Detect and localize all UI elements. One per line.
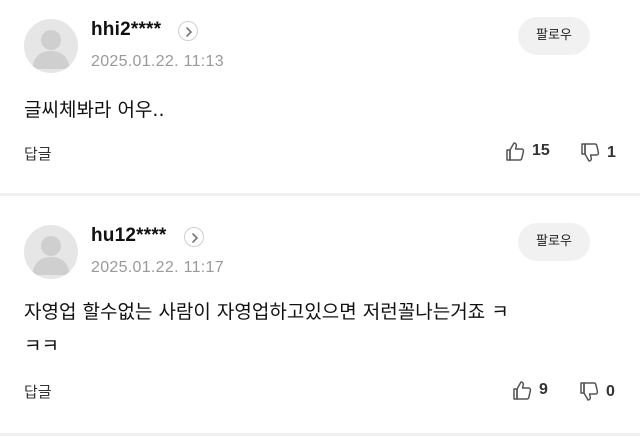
thumbs-down-icon [581,143,600,162]
like-button[interactable]: 15 [504,140,550,162]
chevron-right-icon [186,27,193,37]
comment-text-line: 글씨체봐라 어우.. [24,99,165,121]
follow-button[interactable]: 팔로우 [518,17,590,55]
like-button[interactable]: 9 [511,379,548,401]
default-avatar-icon [32,236,70,275]
username[interactable]: hu12**** [91,225,167,247]
comment-body: 자영업 할수없는 사람이 자영업하고있으면 저런꼴나는거죠 ㅋ ㅋㅋ [24,295,509,363]
username[interactable]: hhi2**** [91,19,161,41]
comment-item: hu12**** 2025.01.22. 11:17 팔로우 자영업 할수없는 … [0,198,640,437]
avatar[interactable] [24,225,78,279]
reply-button[interactable]: 답글 [24,143,52,164]
dislike-count: 1 [607,144,616,161]
profile-chevron-button[interactable] [178,21,198,41]
follow-button[interactable]: 팔로우 [518,223,590,261]
like-count: 9 [539,381,548,398]
dislike-button[interactable]: 0 [578,381,615,403]
comment-body: 글씨체봐라 어우.. [24,93,164,127]
like-count: 15 [532,142,550,159]
comment-date: 2025.01.22. 11:13 [91,53,224,70]
avatar[interactable] [24,19,78,73]
thumbs-down-icon [580,382,599,401]
comment-divider [0,433,640,436]
thumbs-up-icon [513,381,532,400]
profile-chevron-button[interactable] [184,227,204,247]
comment-text-line: 자영업 할수없는 사람이 자영업하고있으면 저런꼴나는거죠 ㅋ [24,301,509,323]
comment-divider [0,193,640,196]
default-avatar-icon [32,30,70,69]
thumbs-up-icon [506,142,525,161]
dislike-button[interactable]: 1 [579,142,616,164]
dislike-count: 0 [606,383,615,400]
reply-button[interactable]: 답글 [24,381,52,402]
comment-text-line: ㅋㅋ [24,335,59,357]
chevron-right-icon [192,233,199,243]
comment-item: hhi2**** 2025.01.22. 11:13 팔로우 글씨체봐라 어우.… [0,0,640,195]
comment-date: 2025.01.22. 11:17 [91,259,224,276]
